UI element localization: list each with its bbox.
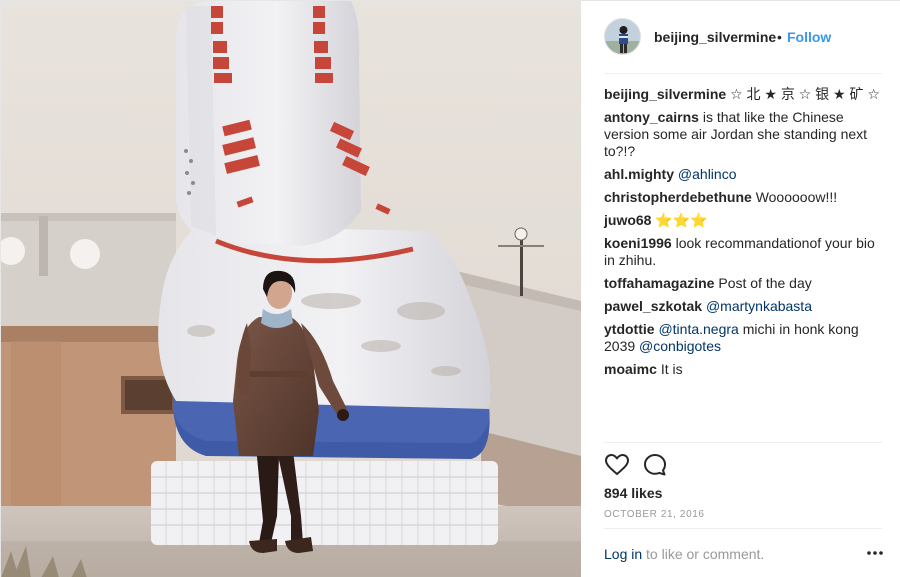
comment-mention[interactable]: @ahlinco [678, 166, 737, 182]
likes-word: likes [631, 485, 663, 501]
comment-username[interactable]: ytdottie [604, 321, 655, 337]
login-link[interactable]: Log in [604, 546, 642, 562]
login-prompt-text: to like or comment. [646, 546, 765, 562]
post-photo[interactable] [1, 1, 581, 577]
comment-text: ⭐⭐⭐ [655, 212, 708, 228]
comment-username[interactable]: moaimc [604, 361, 657, 377]
comment-text: It is [660, 361, 683, 377]
comment-username[interactable]: christopherdebethune [604, 189, 752, 205]
post-date[interactable]: OCTOBER 21, 2016 [604, 509, 705, 520]
login-prompt: Log in to like or comment. [604, 546, 764, 562]
footer-divider [604, 528, 882, 529]
avatar-photo [605, 19, 640, 54]
likes-number: 894 [604, 485, 628, 501]
comment-item: antony_cairns is that like the Chinese v… [604, 109, 886, 160]
comment-username[interactable]: juwo68 [604, 212, 651, 228]
header-username[interactable]: beijing_silvermine [654, 29, 776, 45]
comment-item: moaimc It is [604, 361, 886, 378]
comment-username[interactable]: ahl.mighty [604, 166, 674, 182]
comment-mention[interactable]: @tinta.negra [658, 321, 738, 337]
comment-item: ytdottie @tinta.negra michi in honk kong… [604, 321, 886, 355]
caption-username[interactable]: beijing_silvermine [604, 86, 726, 102]
comment-item: christopherdebethune Woooooow!!! [604, 189, 886, 206]
post-header: beijing_silvermine • Follow [581, 1, 900, 73]
comment-item: pawel_szkotak @martynkabasta [604, 298, 886, 315]
comment-username[interactable]: pawel_szkotak [604, 298, 702, 314]
header-separator: • [777, 29, 782, 45]
comment-item: ahl.mighty @ahlinco [604, 166, 886, 183]
comment-text: Post of the day [718, 275, 812, 291]
post-sidebar: beijing_silvermine • Follow beijing_silv… [581, 1, 900, 577]
heart-outline-icon[interactable] [604, 452, 630, 478]
ellipsis-icon[interactable] [865, 545, 885, 561]
comment-item: toffahamagazine Post of the day [604, 275, 886, 292]
avatar[interactable] [604, 18, 641, 55]
speech-bubble-icon[interactable] [642, 452, 668, 478]
caption: beijing_silvermine ☆ 北 ★ 京 ☆ 银 ★ 矿 ☆ [604, 86, 886, 103]
comment-mention[interactable]: @martynkabasta [706, 298, 812, 314]
comment-item: koeni1996 look recommandationof your bio… [604, 235, 886, 269]
comment-mention[interactable]: @conbigotes [639, 338, 721, 354]
actions-divider [604, 442, 882, 443]
action-bar [604, 452, 724, 478]
instagram-post: beijing_silvermine • Follow beijing_silv… [0, 0, 900, 577]
giant-shoe-photo [1, 1, 581, 577]
likes-count[interactable]: 894 likes [604, 485, 662, 501]
header-divider [604, 73, 882, 74]
caption-text: ☆ 北 ★ 京 ☆ 银 ★ 矿 ☆ [730, 86, 880, 102]
follow-button[interactable]: Follow [787, 29, 831, 45]
comment-username[interactable]: koeni1996 [604, 235, 672, 251]
comment-text: Woooooow!!! [755, 189, 838, 205]
comment-username[interactable]: antony_cairns [604, 109, 699, 125]
comment-item: juwo68 ⭐⭐⭐ [604, 212, 886, 229]
comments-list: beijing_silvermine ☆ 北 ★ 京 ☆ 银 ★ 矿 ☆ ant… [604, 86, 886, 384]
comment-username[interactable]: toffahamagazine [604, 275, 714, 291]
